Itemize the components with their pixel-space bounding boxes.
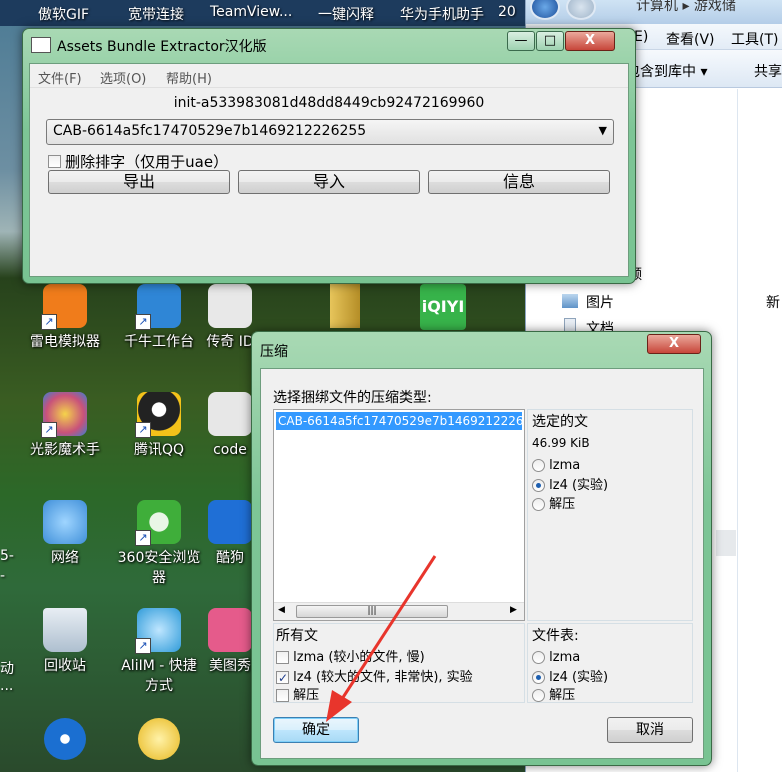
assets-bundle-extractor-window: Assets Bundle Extractor汉化版 — □ X 文件(F) 选… — [22, 28, 636, 284]
iqiyi-icon[interactable]: iQIYI — [420, 284, 466, 330]
meitu-icon — [208, 608, 252, 652]
desktop-icon-leidian[interactable]: ↗ 雷电模拟器 — [22, 284, 108, 352]
file-table-label: 文件表: — [532, 628, 579, 644]
pictures-icon — [562, 294, 578, 308]
checkbox[interactable] — [276, 669, 289, 687]
desktop-label[interactable]: TeamView... — [210, 4, 292, 20]
dialog-title: 压缩 — [260, 344, 288, 360]
app-icon[interactable] — [138, 718, 180, 760]
selected-file-label: 选定的文 — [532, 414, 588, 430]
network-icon — [43, 500, 87, 544]
annotation-arrow-icon — [326, 555, 437, 722]
penguin-icon: ↗ — [135, 392, 181, 438]
file-icon — [208, 284, 252, 328]
desktop-edge-label: 5- — [0, 548, 14, 564]
selected-option-decompress[interactable]: 解压 — [532, 496, 575, 514]
desktop-edge-label: ... — [0, 678, 14, 694]
combobox-value: CAB-6614a5fc17470529e7b1469212226255 — [53, 123, 367, 139]
radio[interactable] — [532, 689, 545, 702]
documents-icon — [564, 318, 576, 332]
kugou-icon — [208, 500, 252, 544]
explorer-content-text: 新 — [766, 295, 780, 311]
radio[interactable] — [532, 651, 545, 664]
explorer-menu-item[interactable]: E) — [634, 29, 648, 45]
menu-options[interactable]: 选项(O) — [100, 68, 146, 87]
minimize-button[interactable]: — — [507, 31, 535, 51]
desktop-icon-recycle-bin[interactable]: 回收站 — [22, 608, 108, 676]
explorer-breadcrumb[interactable]: 计算机 ▸ 游戏储 — [636, 0, 736, 15]
desktop-label[interactable]: 一键闪释 — [318, 4, 374, 24]
desktop-label[interactable]: 20 — [498, 4, 516, 20]
aliim-icon: ↗ — [135, 608, 181, 654]
desktop-label[interactable]: 华为手机助手 — [400, 4, 484, 24]
main-client-area: 文件(F) 选项(O) 帮助(H) init-a533983081d48dd84… — [29, 63, 629, 277]
remove-sort-checkbox[interactable]: 删除排字（仅用于uae） — [48, 151, 228, 172]
filelist-option-lz4[interactable]: lz4 (实验) — [532, 669, 608, 687]
window-title: Assets Bundle Extractor汉化版 — [57, 39, 267, 55]
checkbox[interactable] — [276, 689, 289, 702]
selected-file-group: 选定的文 46.99 KiB lzma lz4 (实验) 解压 — [527, 409, 693, 621]
desktop-label[interactable]: 宽带连接 — [128, 4, 184, 24]
explorer-menu-item[interactable]: 工具(T) — [731, 29, 778, 49]
selected-file-size: 46.99 KiB — [532, 436, 590, 450]
bundle-name-label: init-a533983081d48dd8449cb92472169960 — [173, 95, 485, 111]
radio[interactable] — [532, 479, 545, 492]
app-icon — [31, 37, 51, 53]
maximize-button[interactable]: □ — [536, 31, 564, 51]
desktop-icon-aliim[interactable]: ↗ AliIM - 快捷方式 — [116, 608, 202, 696]
recycle-bin-icon — [43, 608, 87, 652]
dialog-close-button[interactable]: X — [647, 334, 701, 354]
browser-360-icon: ↗ — [135, 500, 181, 546]
compression-prompt: 选择捆绑文件的压缩类型: — [273, 390, 432, 406]
desktop-icon-360[interactable]: ↗ 360安全浏览器 — [116, 500, 202, 588]
explorer-menu-item[interactable]: 查看(V) — [666, 29, 715, 49]
menu-help[interactable]: 帮助(H) — [166, 68, 212, 87]
desktop-icon-qq[interactable]: ↗ 腾讯QQ — [116, 392, 202, 460]
qianniu-icon: ↗ — [135, 284, 181, 330]
explorer-scrollbar[interactable] — [716, 530, 736, 556]
checkbox[interactable] — [276, 651, 289, 664]
selected-option-lz4[interactable]: lz4 (实验) — [532, 477, 608, 495]
share-button[interactable]: 共享 — [754, 61, 782, 81]
radio[interactable] — [532, 498, 545, 511]
checkbox-label: 删除排字（仅用于uae） — [65, 153, 229, 171]
cancel-button[interactable]: 取消 — [607, 717, 693, 743]
desktop-icon-guangying[interactable]: ↗ 光影魔术手 — [22, 392, 108, 460]
folder-icon[interactable] — [330, 284, 360, 328]
filelist-option-lzma[interactable]: lzma — [532, 649, 580, 667]
desktop-label[interactable]: 傲软GIF — [38, 4, 89, 24]
selected-option-lzma[interactable]: lzma — [532, 457, 580, 475]
nav-item-pictures[interactable]: 图片 — [586, 292, 614, 312]
menu-file[interactable]: 文件(F) — [38, 68, 82, 87]
chevron-down-icon: ▼ — [598, 124, 607, 137]
scroll-left-icon[interactable]: ◀ — [278, 605, 285, 615]
scroll-right-icon[interactable]: ▶ — [510, 605, 517, 615]
include-library-button[interactable]: 包含到库中 ▾ — [626, 61, 707, 81]
import-button[interactable]: 导入 — [238, 170, 420, 194]
desktop-edge-label: 动 — [0, 661, 14, 677]
info-button[interactable]: 信息 — [428, 170, 610, 194]
leidian-icon: ↗ — [41, 284, 87, 330]
checkbox-box[interactable] — [48, 155, 61, 168]
radio[interactable] — [532, 671, 545, 684]
asset-combobox[interactable]: CAB-6614a5fc17470529e7b1469212226255 ▼ — [46, 119, 614, 145]
radio[interactable] — [532, 459, 545, 472]
export-button[interactable]: 导出 — [48, 170, 230, 194]
desktop-icon-network[interactable]: 网络 — [22, 500, 108, 568]
player-icon[interactable] — [44, 718, 86, 760]
file-table-group: 文件表: lzma lz4 (实验) 解压 — [527, 623, 693, 703]
lens-icon: ↗ — [41, 392, 87, 438]
code-icon — [208, 392, 252, 436]
desktop-icon-qianniu[interactable]: ↗ 千牛工作台 — [116, 284, 202, 352]
list-item[interactable]: CAB-6614a5fc17470529e7b1469212226255 — [276, 412, 522, 430]
desktop-edge-label: - — [0, 568, 6, 584]
filelist-option-decompress[interactable]: 解压 — [532, 687, 575, 705]
close-button[interactable]: X — [565, 31, 615, 51]
